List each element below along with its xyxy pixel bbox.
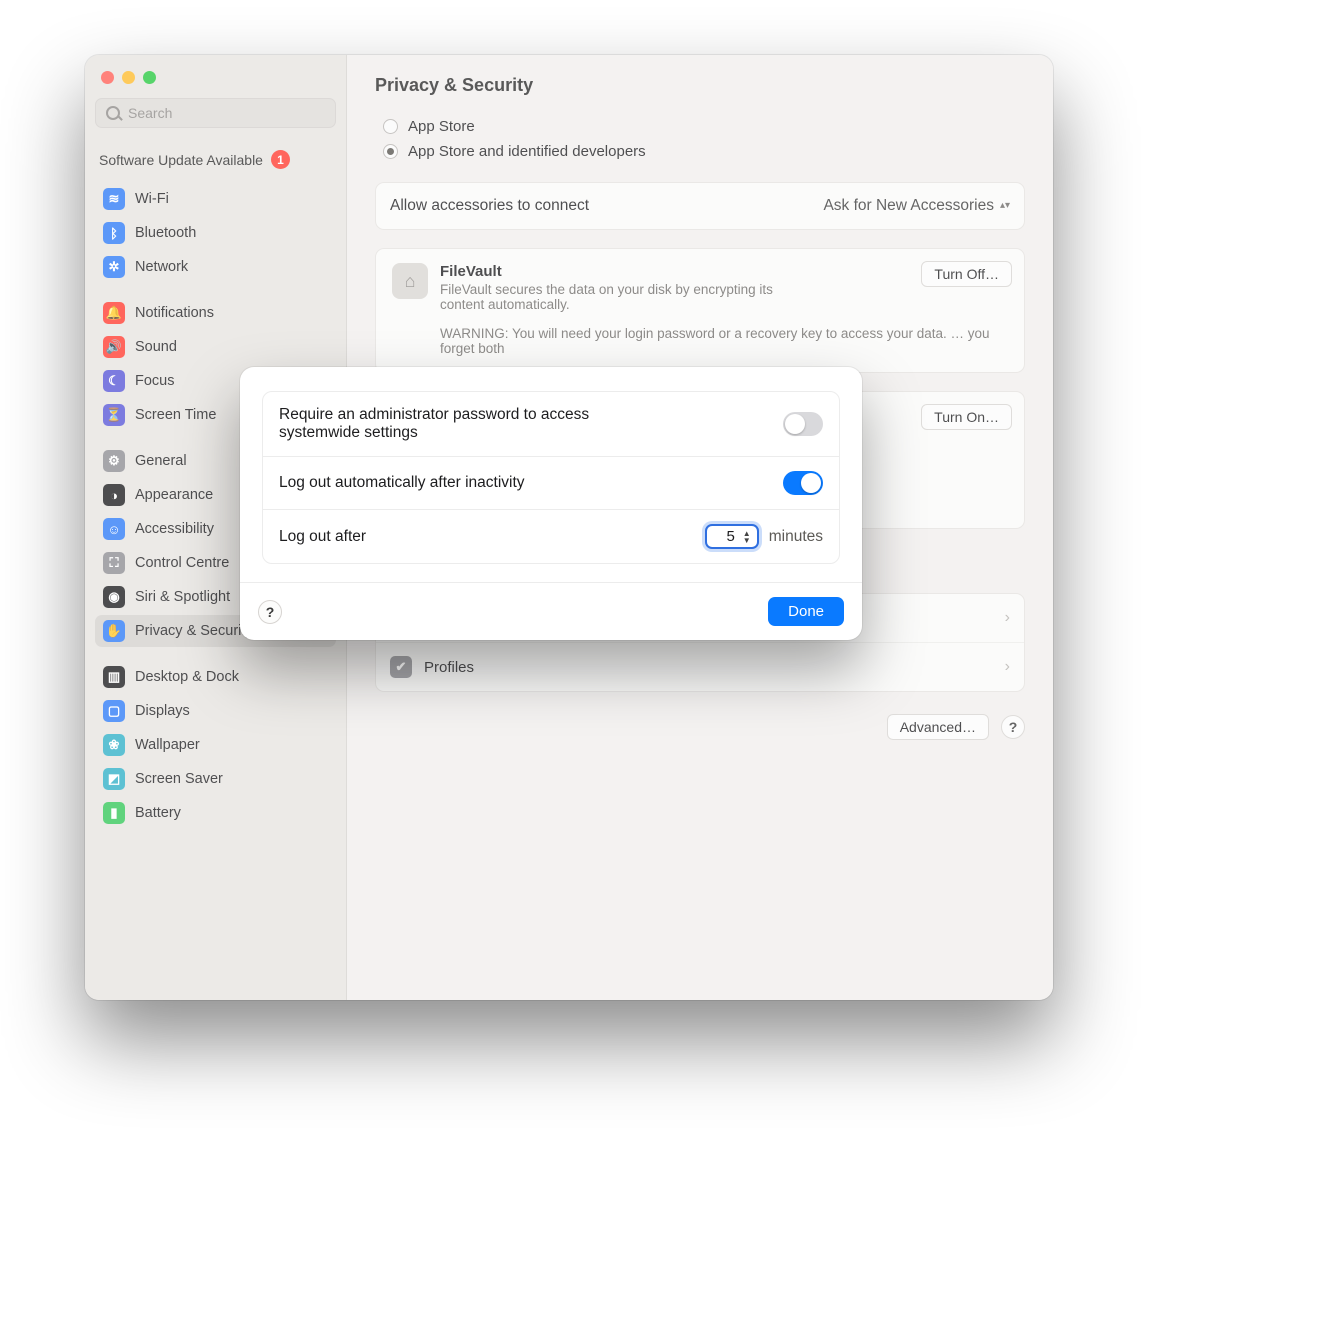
switches-icon: ⛶ — [103, 552, 125, 574]
sidebar-item-battery[interactable]: ▮ Battery — [95, 797, 336, 829]
search-placeholder: Search — [128, 105, 172, 121]
moon-icon: ☾ — [103, 370, 125, 392]
accessories-select[interactable]: Ask for New Accessories ▴▾ — [823, 197, 1010, 215]
modal-row-admin-password: Require an administrator password to acc… — [263, 392, 839, 457]
search-icon — [106, 106, 120, 120]
filevault-title: FileVault — [440, 263, 820, 280]
gear-icon: ⚙ — [103, 450, 125, 472]
chevron-right-icon: › — [1005, 609, 1010, 627]
sidebar-item-label: Screen Saver — [135, 771, 223, 787]
list-item-profiles[interactable]: ✔ Profiles › — [376, 643, 1024, 691]
software-update-row[interactable]: Software Update Available 1 — [95, 146, 336, 183]
updown-icon: ▴▾ — [1000, 203, 1010, 209]
person-icon: ☺ — [103, 518, 125, 540]
chevron-right-icon: › — [1005, 658, 1010, 676]
sidebar-item-label: Bluetooth — [135, 225, 196, 241]
filevault-toggle-button[interactable]: Turn Off… — [921, 261, 1012, 287]
page-title: Privacy & Security — [375, 75, 1025, 96]
sidebar-item-desktop-dock[interactable]: ▥ Desktop & Dock — [95, 661, 336, 693]
screensaver-icon: ◩ — [103, 768, 125, 790]
sidebar-item-notifications[interactable]: 🔔 Notifications — [95, 297, 336, 329]
sidebar-item-label: Displays — [135, 703, 190, 719]
modal-row-auto-logout: Log out automatically after inactivity — [263, 457, 839, 510]
filevault-card: ⌂ FileVault FileVault secures the data o… — [375, 248, 1025, 373]
window-controls — [101, 71, 336, 84]
display-icon: ▢ — [103, 700, 125, 722]
row-label: Require an administrator password to acc… — [279, 406, 659, 442]
sidebar-item-label: Battery — [135, 805, 181, 821]
auto-logout-toggle[interactable] — [783, 471, 823, 495]
minimize-window-icon[interactable] — [122, 71, 135, 84]
sidebar-item-wallpaper[interactable]: ❀ Wallpaper — [95, 729, 336, 761]
sidebar-item-label: Notifications — [135, 305, 214, 321]
accessories-value: Ask for New Accessories — [823, 197, 994, 215]
option-label: App Store — [408, 118, 475, 135]
allowed-apps-group: App Store App Store and identified devel… — [383, 118, 1025, 160]
allowed-apps-option-appstore[interactable]: App Store — [383, 118, 1025, 135]
close-window-icon[interactable] — [101, 71, 114, 84]
sidebar-item-label: Accessibility — [135, 521, 214, 537]
row-label: Log out after — [279, 528, 366, 546]
sidebar-item-label: Desktop & Dock — [135, 669, 239, 685]
done-button[interactable]: Done — [768, 597, 844, 626]
sidebar-item-label: Control Centre — [135, 555, 229, 571]
radio-icon — [383, 144, 398, 159]
list-item-label: Profiles — [424, 659, 474, 676]
advanced-button[interactable]: Advanced… — [887, 714, 989, 740]
accessories-row[interactable]: Allow accessories to connect Ask for New… — [375, 182, 1025, 230]
appearance-icon: ◑ — [103, 484, 125, 506]
modal-help-button[interactable]: ? — [258, 600, 282, 624]
sidebar-item-displays[interactable]: ▢ Displays — [95, 695, 336, 727]
sidebar-item-label: Siri & Spotlight — [135, 589, 230, 605]
logout-minutes-stepper[interactable]: 5 ▲▼ — [705, 524, 759, 549]
sidebar-item-bluetooth[interactable]: ᛒ Bluetooth — [95, 217, 336, 249]
checkbadge-icon: ✔ — [390, 656, 412, 678]
sidebar-item-label: Wi-Fi — [135, 191, 169, 207]
sidebar-item-screen-saver[interactable]: ◩ Screen Saver — [95, 763, 336, 795]
filevault-desc: FileVault secures the data on your disk … — [440, 282, 820, 312]
sidebar-item-network[interactable]: ✲ Network — [95, 251, 336, 283]
filevault-warning: WARNING: You will need your login passwo… — [392, 326, 1008, 356]
sidebar-item-label: General — [135, 453, 187, 469]
wifi-icon: ≋ — [103, 188, 125, 210]
option-label: App Store and identified developers — [408, 143, 646, 160]
sidebar-item-label: Appearance — [135, 487, 213, 503]
hourglass-icon: ⏳ — [103, 404, 125, 426]
radio-icon — [383, 119, 398, 134]
stepper-unit: minutes — [769, 528, 823, 546]
bell-icon: 🔔 — [103, 302, 125, 324]
modal-row-logout-after: Log out after 5 ▲▼ minutes — [263, 510, 839, 563]
bluetooth-icon: ᛒ — [103, 222, 125, 244]
row-label: Log out automatically after inactivity — [279, 474, 525, 492]
help-button[interactable]: ? — [1001, 715, 1025, 739]
allowed-apps-option-identified[interactable]: App Store and identified developers — [383, 143, 1025, 160]
content-footer: Advanced… ? — [375, 714, 1025, 740]
search-input[interactable]: Search — [95, 98, 336, 128]
admin-password-toggle[interactable] — [783, 412, 823, 436]
network-icon: ✲ — [103, 256, 125, 278]
flower-icon: ❀ — [103, 734, 125, 756]
update-badge: 1 — [271, 150, 290, 169]
stepper-value: 5 — [719, 528, 741, 545]
house-lock-icon: ⌂ — [392, 263, 428, 299]
stepper-arrows-icon[interactable]: ▲▼ — [741, 530, 753, 544]
siri-icon: ◉ — [103, 586, 125, 608]
battery-icon: ▮ — [103, 802, 125, 824]
accessories-label: Allow accessories to connect — [390, 197, 589, 215]
fullscreen-window-icon[interactable] — [143, 71, 156, 84]
sidebar-item-label: Sound — [135, 339, 177, 355]
sidebar-item-label: Screen Time — [135, 407, 216, 423]
sidebar-item-wi-fi[interactable]: ≋ Wi-Fi — [95, 183, 336, 215]
sidebar-item-label: Focus — [135, 373, 175, 389]
sidebar-item-sound[interactable]: 🔊 Sound — [95, 331, 336, 363]
dock-icon: ▥ — [103, 666, 125, 688]
sidebar-item-label: Privacy & Security — [135, 623, 253, 639]
speaker-icon: 🔊 — [103, 336, 125, 358]
advanced-modal: Require an administrator password to acc… — [240, 367, 862, 640]
lockdown-toggle-button[interactable]: Turn On… — [921, 404, 1012, 430]
sidebar-item-label: Network — [135, 259, 188, 275]
sidebar-item-label: Wallpaper — [135, 737, 200, 753]
hand-icon: ✋ — [103, 620, 125, 642]
software-update-label: Software Update Available — [99, 152, 263, 168]
